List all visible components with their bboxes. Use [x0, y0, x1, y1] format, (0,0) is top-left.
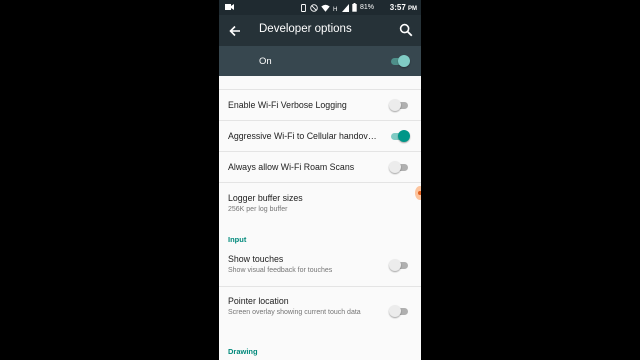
- category-drawing: Drawing: [228, 347, 258, 356]
- search-icon[interactable]: [399, 23, 413, 37]
- master-switch-bar[interactable]: On: [219, 46, 421, 76]
- status-bar: H 81% 3:57 PM: [219, 0, 421, 15]
- setting-title: Show touches: [228, 254, 284, 264]
- vibrate-icon: [301, 3, 306, 12]
- clock-suffix: PM: [408, 6, 417, 12]
- setting-wifi-verbose-logging[interactable]: Enable Wi-Fi Verbose Logging: [219, 90, 421, 120]
- switch-thumb: [398, 130, 410, 142]
- aggressive-wifi-handover-toggle[interactable]: [389, 130, 410, 142]
- signal-h-icon: H: [333, 7, 337, 12]
- arrow-back-icon[interactable]: [227, 23, 243, 39]
- clock: 3:57 PM: [390, 3, 417, 12]
- setting-aggressive-wifi-handover[interactable]: Aggressive Wi-Fi to Cellular handov…: [219, 121, 421, 151]
- video-camera-icon: [225, 4, 234, 10]
- switch-thumb: [389, 305, 401, 317]
- setting-summary: Show visual feedback for touches: [228, 267, 333, 274]
- setting-logger-buffer-sizes[interactable]: Logger buffer sizes 256K per log buffer: [219, 183, 421, 224]
- switch-thumb: [389, 161, 401, 173]
- category-input: Input: [228, 235, 247, 244]
- setting-wifi-roam-scans[interactable]: Always allow Wi-Fi Roam Scans: [219, 152, 421, 182]
- page-title: Developer options: [259, 23, 352, 35]
- setting-title: Enable Wi-Fi Verbose Logging: [228, 100, 347, 110]
- master-switch-toggle[interactable]: [389, 55, 410, 67]
- setting-show-touches[interactable]: Show touches Show visual feedback for to…: [219, 246, 421, 286]
- settings-list[interactable]: Enable Wi-Fi Verbose Logging Aggressive …: [219, 76, 421, 360]
- switch-thumb: [398, 55, 410, 67]
- master-switch-label: On: [259, 56, 272, 67]
- setting-summary: 256K per log buffer: [228, 206, 288, 213]
- setting-title: Aggressive Wi-Fi to Cellular handov…: [228, 131, 377, 141]
- phone-screen: H 81% 3:57 PM Developer options On Enabl…: [219, 0, 421, 360]
- switch-thumb: [389, 99, 401, 111]
- touch-indicator-core: [418, 191, 421, 195]
- setting-title: Logger buffer sizes: [228, 193, 303, 203]
- battery-percent: 81%: [360, 4, 375, 11]
- battery-icon: [352, 3, 357, 12]
- do-not-disturb-icon: [310, 3, 318, 12]
- show-touches-toggle[interactable]: [389, 259, 409, 271]
- svg-text:H: H: [333, 7, 337, 12]
- app-toolbar: Developer options: [219, 15, 421, 46]
- setting-pointer-location[interactable]: Pointer location Screen overlay showing …: [219, 287, 421, 335]
- clock-time: 3:57: [389, 3, 406, 12]
- switch-thumb: [389, 259, 401, 271]
- setting-title: Pointer location: [228, 296, 289, 306]
- setting-summary: Screen overlay showing current touch dat…: [228, 309, 361, 316]
- wifi-verbose-logging-toggle[interactable]: [389, 99, 409, 111]
- pointer-location-toggle[interactable]: [389, 305, 409, 317]
- wifi-icon: [321, 4, 330, 12]
- wifi-roam-scans-toggle[interactable]: [389, 161, 409, 173]
- cell-signal-icon: [342, 3, 349, 12]
- setting-title: Always allow Wi-Fi Roam Scans: [228, 162, 355, 172]
